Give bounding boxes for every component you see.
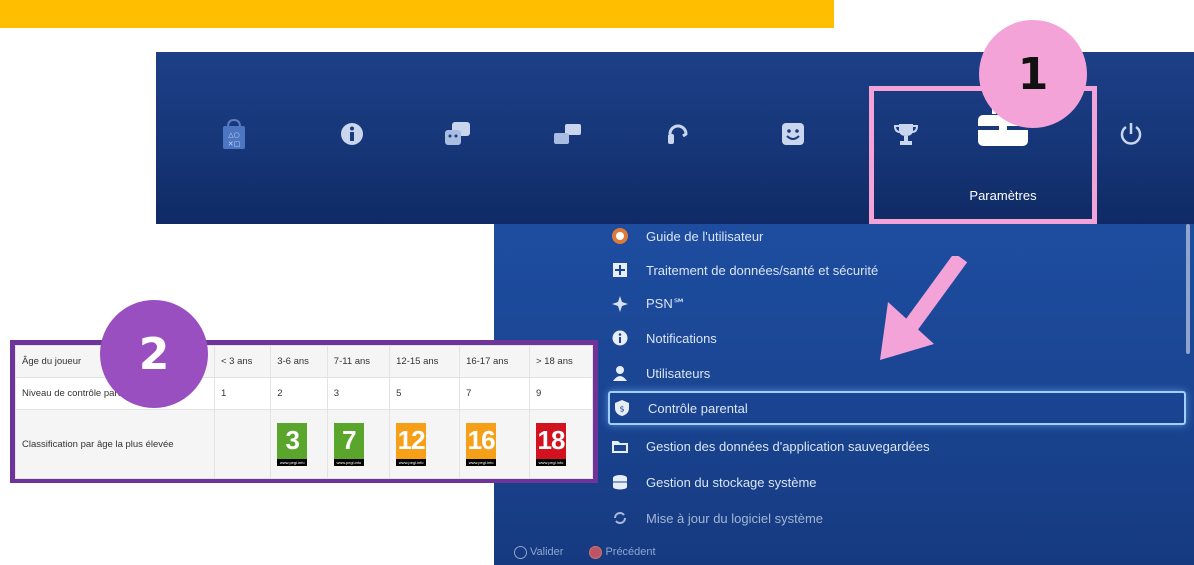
storage-icon <box>610 472 630 492</box>
party-icon[interactable] <box>665 120 691 148</box>
table-cell: 7 www.pegi.info <box>326 409 391 479</box>
folder-icon <box>610 436 630 456</box>
list-scrollbar[interactable] <box>1186 224 1190 354</box>
table-row-rating: Classification par âge la plus élevée 3w… <box>15 409 593 479</box>
callout-badge-1: 1 <box>979 20 1087 128</box>
info-icon <box>610 328 630 348</box>
table-cell: 5 <box>389 377 461 410</box>
table-cell: 1 <box>213 377 272 410</box>
user-icon <box>610 363 630 383</box>
settings-item-user-guide[interactable]: Guide de l'utilisateur <box>610 224 1170 252</box>
settings-item-label: Contrôle parental <box>648 400 748 416</box>
health-safety-icon <box>610 260 630 280</box>
settings-item-label: Gestion des données d'application sauveg… <box>646 438 930 454</box>
settings-item-label: Gestion du stockage système <box>646 474 817 490</box>
pegi-18-badge: 18 www.pegi.info <box>536 422 567 466</box>
friends-icon[interactable] <box>444 121 472 147</box>
yellow-header-bar <box>0 0 834 28</box>
table-cell: 16 www.pegi.info <box>459 409 531 479</box>
svg-text:✕□: ✕□ <box>228 140 240 148</box>
table-cell: Classification par âge la plus élevée <box>15 409 215 479</box>
table-cell <box>213 409 272 479</box>
age-rating-table: Âge du joueur < 3 ans 3-6 ans 7-11 ans 1… <box>10 340 598 483</box>
table-cell: 3 <box>326 377 391 410</box>
pegi-3-badge: 3 www.pegi.info <box>277 422 308 466</box>
settings-item-label: Mise à jour du logiciel système <box>646 510 824 526</box>
pointer-arrow-icon <box>880 256 968 360</box>
settings-item-system-update[interactable]: Mise à jour du logiciel système <box>610 502 1170 534</box>
button-hints: Valider Précédent <box>514 543 656 561</box>
table-cell: 9 <box>529 377 593 410</box>
pegi-16-badge: 16 www.pegi.info <box>466 422 497 466</box>
svg-text:△○: △○ <box>228 131 240 139</box>
table-cell: 16-17 ans <box>459 345 531 378</box>
table-cell: 18 www.pegi.info <box>529 409 593 479</box>
confirm-hint: Valider <box>530 546 564 558</box>
playstation-store-icon[interactable]: △○ ✕□ <box>222 118 246 150</box>
profile-icon[interactable] <box>781 122 805 146</box>
circle-button-icon <box>589 545 603 559</box>
settings-item-label: Utilisateurs <box>646 365 711 381</box>
table-cell: 7-11 ans <box>326 345 391 378</box>
power-icon[interactable] <box>1118 121 1144 147</box>
table-cell: 3 www.pegi.info <box>270 409 328 479</box>
table-cell: < 3 ans <box>213 345 272 378</box>
settings-item-parental-control[interactable]: $ Contrôle parental <box>608 391 1186 425</box>
table-cell: 3-6 ans <box>270 345 328 378</box>
table-cell: 7 <box>459 377 531 410</box>
settings-item-storage[interactable]: Gestion du stockage système <box>610 466 1170 498</box>
callout-badge-2: 2 <box>100 300 208 408</box>
svg-text:$: $ <box>619 405 624 414</box>
table-cell: 12 www.pegi.info <box>389 409 461 479</box>
pegi-7-badge: 7 www.pegi.info <box>333 422 364 466</box>
psn-icon <box>610 294 630 314</box>
cross-button-icon <box>514 545 527 559</box>
table-cell: 12-15 ans <box>389 345 461 378</box>
settings-item-label: Traitement de données/santé et sécurité <box>646 262 879 278</box>
info-icon[interactable] <box>340 122 364 146</box>
settings-item-label: Guide de l'utilisateur <box>646 228 764 244</box>
settings-item-saved-data[interactable]: Gestion des données d'application sauveg… <box>610 430 1170 462</box>
messages-icon[interactable] <box>553 123 583 145</box>
back-hint: Précédent <box>605 546 656 558</box>
pegi-12-badge: 12 www.pegi.info <box>396 422 427 466</box>
settings-list-panel: Guide de l'utilisateur Traitement de don… <box>494 224 1194 565</box>
table-cell: > 18 ans <box>529 345 593 378</box>
table-row-level: Niveau de contrôle parental PS4 1 2 3 5 … <box>15 377 593 410</box>
table-cell: 2 <box>270 377 328 410</box>
settings-item-label: PSN℠ <box>646 296 686 311</box>
update-icon <box>610 508 630 528</box>
user-guide-icon <box>610 226 630 246</box>
parental-control-icon: $ <box>612 398 632 418</box>
settings-item-label: Notifications <box>646 330 717 346</box>
